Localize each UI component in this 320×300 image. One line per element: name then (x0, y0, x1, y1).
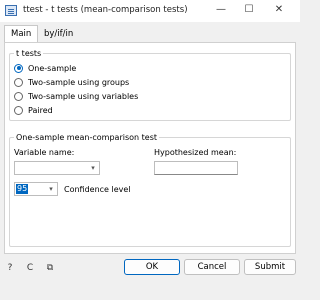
radio-selected-icon[interactable] (14, 63, 23, 73)
confidence-level-label: Confidence level (64, 185, 131, 194)
radio-two-sample-groups[interactable]: Two-sample using groups (14, 76, 129, 88)
reset-icon[interactable]: C (24, 262, 36, 274)
help-icon[interactable]: ? (4, 262, 16, 274)
button-bar: ? C ⧉ OK Cancel Submit (0, 256, 300, 300)
chevron-down-icon[interactable]: ▾ (45, 183, 57, 195)
cancel-button[interactable]: Cancel (184, 259, 240, 275)
stata-dialog-icon (5, 5, 17, 16)
hypothesized-mean-label: Hypothesized mean: (154, 148, 237, 157)
ttests-group-label: t tests (14, 48, 44, 59)
radio-icon[interactable] (14, 105, 23, 115)
radio-paired[interactable]: Paired (14, 104, 53, 116)
radio-one-sample[interactable]: One-sample (14, 62, 76, 74)
radio-two-sample-variables-label: Two-sample using variables (28, 91, 139, 101)
radio-paired-label: Paired (28, 105, 53, 115)
chevron-down-icon[interactable]: ▾ (87, 162, 99, 174)
ok-button[interactable]: OK (124, 259, 180, 275)
radio-icon[interactable] (14, 77, 23, 87)
tab-by-if-in[interactable]: by/if/in (38, 26, 79, 43)
variable-name-label: Variable name: (14, 148, 75, 157)
window-title: ttest - t tests (mean-comparison tests) (23, 5, 188, 15)
radio-one-sample-label: One-sample (28, 63, 77, 73)
submit-button[interactable]: Submit (244, 259, 296, 275)
title-bar: ttest - t tests (mean-comparison tests) … (0, 0, 300, 22)
close-button[interactable]: ✕ (268, 2, 290, 18)
main-panel: t tests One-sample Two-sample using grou… (4, 42, 296, 254)
minimize-button[interactable]: — (210, 2, 232, 18)
one-sample-group: One-sample mean-comparison test Variable… (9, 132, 291, 247)
ttests-group: t tests One-sample Two-sample using grou… (9, 48, 291, 121)
confidence-level-combobox[interactable]: 95 ▾ (14, 182, 58, 196)
radio-icon[interactable] (14, 91, 23, 101)
copy-command-icon[interactable]: ⧉ (44, 262, 56, 274)
radio-two-sample-variables[interactable]: Two-sample using variables (14, 90, 138, 102)
confidence-level-value: 95 (16, 184, 29, 194)
one-sample-group-label: One-sample mean-comparison test (14, 132, 159, 143)
hypothesized-mean-input[interactable] (154, 161, 238, 175)
maximize-button[interactable]: ☐ (238, 2, 260, 18)
variable-name-combobox[interactable]: ▾ (14, 161, 100, 175)
radio-two-sample-groups-label: Two-sample using groups (28, 77, 130, 87)
